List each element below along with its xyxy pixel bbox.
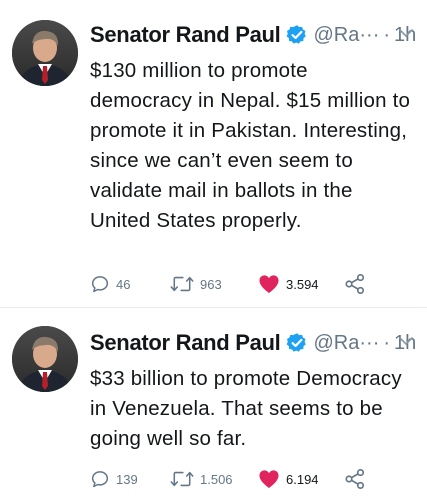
reply-icon xyxy=(91,471,109,488)
separator-dot: · xyxy=(383,331,391,354)
chevron-down-icon[interactable] xyxy=(397,24,415,42)
reply-count: 139 xyxy=(116,471,138,487)
user-handle[interactable]: @Ra··· xyxy=(314,24,380,47)
display-name[interactable]: Senator Rand Paul xyxy=(90,330,281,356)
heart-icon xyxy=(259,470,279,489)
share-icon xyxy=(345,469,365,489)
share-button[interactable] xyxy=(344,466,366,492)
verified-badge-icon xyxy=(286,332,308,354)
tweet-text-line: validate mail in ballots in the xyxy=(90,179,353,202)
retweet-icon xyxy=(170,276,194,292)
retweet-count: 1.506 xyxy=(200,471,233,487)
share-icon xyxy=(345,274,365,294)
verified-badge-icon xyxy=(286,24,308,46)
tweet-text-line: since we can’t even seem to xyxy=(90,149,353,172)
tweet-text-line: in Venezuela. That seems to be xyxy=(90,397,383,420)
tweet-text-line: democracy in Nepal. $15 million to xyxy=(90,89,411,112)
tweet-header: Senator Rand Paul @Ra··· · 1h xyxy=(90,18,416,52)
tweet[interactable]: Senator Rand Paul @Ra··· · 1h $33 billio… xyxy=(0,308,427,500)
retweet-button[interactable]: 963 xyxy=(170,271,222,297)
heart-icon xyxy=(259,275,279,294)
avatar[interactable] xyxy=(12,20,78,86)
like-button[interactable]: 3.594 xyxy=(258,271,319,297)
timeline: Senator Rand Paul @Ra··· · 1h $130 milli… xyxy=(0,0,427,500)
tweet[interactable]: Senator Rand Paul @Ra··· · 1h $130 milli… xyxy=(0,0,427,308)
tweet-header: Senator Rand Paul @Ra··· · 1h xyxy=(90,326,416,360)
reply-button[interactable]: 139 xyxy=(90,466,138,492)
like-count: 6.194 xyxy=(286,471,319,487)
tweet-text-line: promote it in Pakistan. Interesting, xyxy=(90,119,408,142)
tweet-text-line: $33 billion to promote Democracy xyxy=(90,367,402,390)
retweet-icon xyxy=(170,471,194,487)
tweet-text-line: going well so far. xyxy=(90,427,247,450)
like-button[interactable]: 6.194 xyxy=(258,466,319,492)
chevron-down-icon[interactable] xyxy=(397,332,415,350)
tweet-text: $130 million to promote democracy in Nep… xyxy=(90,56,420,236)
tweet-text: $33 billion to promote Democracy in Vene… xyxy=(90,364,420,454)
avatar[interactable] xyxy=(12,326,78,392)
user-handle[interactable]: @Ra··· xyxy=(314,332,380,355)
tweet-text-line: $130 million to promote xyxy=(90,59,308,82)
tweet-actions: 46 963 3.594 xyxy=(90,271,390,297)
retweet-button[interactable]: 1.506 xyxy=(170,466,233,492)
tweet-text-line: United States properly. xyxy=(90,209,302,232)
reply-count: 46 xyxy=(116,276,131,292)
display-name[interactable]: Senator Rand Paul xyxy=(90,22,281,48)
reply-icon xyxy=(91,276,109,293)
separator-dot: · xyxy=(383,23,391,46)
share-button[interactable] xyxy=(344,271,366,297)
like-count: 3.594 xyxy=(286,276,319,292)
reply-button[interactable]: 46 xyxy=(90,271,130,297)
retweet-count: 963 xyxy=(200,276,222,292)
tweet-actions: 139 1.506 6.194 xyxy=(90,466,390,492)
